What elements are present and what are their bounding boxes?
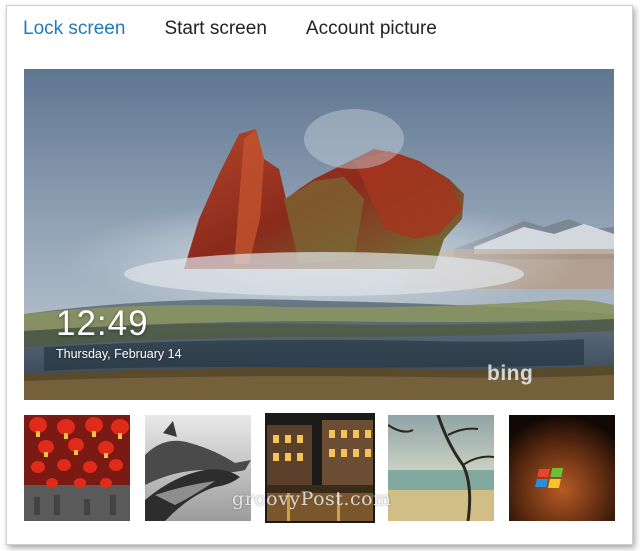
tab-start-screen[interactable]: Start screen	[164, 17, 266, 47]
bing-logo: bing	[487, 362, 534, 385]
tab-lock-screen[interactable]: Lock screen	[23, 17, 125, 47]
thumbnail-lanterns[interactable]	[24, 415, 130, 521]
tab-account-picture[interactable]: Account picture	[306, 17, 437, 47]
thumbnail-windows-logo[interactable]	[509, 415, 615, 521]
lock-screen-preview: 12:49 Thursday, February 14 bing	[24, 69, 614, 400]
personalize-panel: Lock screen Start screen Account picture	[6, 5, 633, 545]
lock-screen-time: 12:49	[56, 304, 149, 343]
lock-screen-date: Thursday, February 14	[56, 347, 182, 361]
beach-image	[388, 415, 494, 521]
tab-bar: Lock screen Start screen Account picture	[23, 17, 476, 47]
watermark: groovyPost.com	[232, 488, 392, 510]
thumbnail-beach[interactable]	[388, 415, 494, 521]
lanterns-image	[24, 415, 130, 521]
windows-logo-image	[509, 415, 615, 521]
